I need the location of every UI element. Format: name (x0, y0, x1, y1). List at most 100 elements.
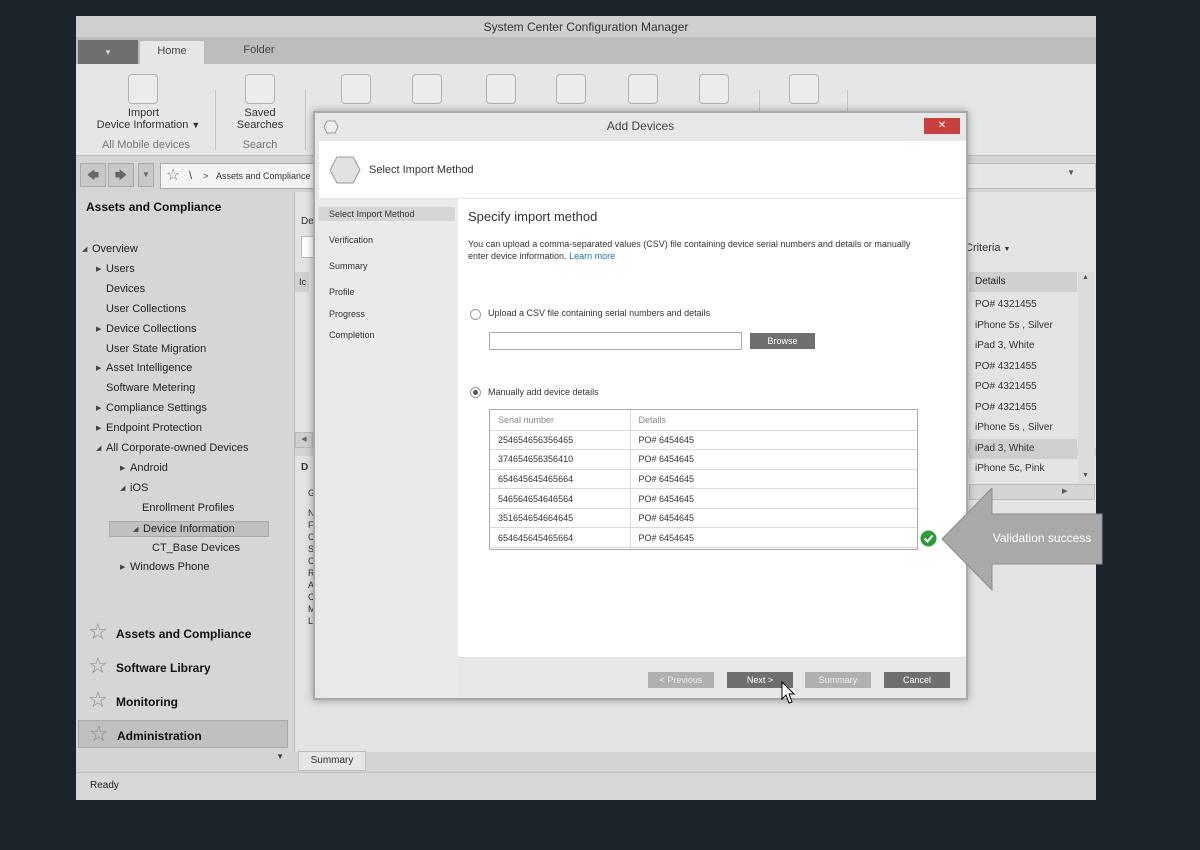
expanded-arrow-icon[interactable]: ◢ (96, 444, 101, 452)
tree-item[interactable]: Devices (76, 282, 286, 298)
collapsed-arrow-icon[interactable]: ▶ (120, 464, 125, 472)
address-bar[interactable]: ☆ \ > Assets and Compliance (160, 163, 315, 189)
saved-searches-button[interactable]: Searches (226, 119, 294, 131)
collapsed-arrow-icon[interactable]: ▶ (120, 563, 125, 571)
tab-home[interactable]: Home (139, 40, 205, 64)
expanded-arrow-icon[interactable]: ◢ (82, 245, 87, 253)
tree-item[interactable]: User Collections (76, 302, 286, 318)
scroll-up-arrow-icon[interactable]: ▲ (1082, 274, 1089, 281)
details-cell[interactable]: PO# 6454645 (630, 449, 917, 470)
serial-number-cell[interactable]: 654645645465664 (490, 469, 631, 490)
workspace-button[interactable]: ☆ Software Library (78, 653, 288, 681)
tab-summary[interactable]: Summary (298, 751, 366, 771)
details-cell[interactable]: PO# 4321455 (969, 398, 1077, 418)
tree-item[interactable]: ◢ Device Information (109, 520, 269, 537)
tree-item[interactable]: ▶ Users (76, 262, 286, 278)
details-cell[interactable]: PO# 6454645 (630, 527, 917, 549)
ribbon-button-icon[interactable] (699, 74, 729, 104)
import-device-info-icon[interactable] (128, 74, 158, 104)
workspace-overflow-button[interactable]: ▼ (76, 752, 294, 766)
details-cell[interactable]: PO# 4321455 (969, 377, 1077, 397)
workspace-button[interactable]: ☆ Monitoring (78, 687, 288, 715)
address-bar-extension[interactable]: ▼ (966, 163, 1096, 189)
serial-number-cell[interactable]: 254654656356465 (490, 430, 631, 451)
expanded-arrow-icon[interactable]: ◢ (133, 525, 138, 533)
details-cell[interactable]: iPhone 5c, Pink (969, 459, 1077, 479)
tree-item[interactable]: CT_Base Devices (76, 541, 286, 557)
serial-number-cell[interactable]: 546564654646564 (490, 488, 631, 509)
csv-path-input[interactable] (489, 332, 742, 350)
serial-number-cell[interactable]: 351654654664645 (490, 508, 631, 529)
workspace-button[interactable]: ☆ Assets and Compliance (78, 619, 288, 647)
tree-item[interactable]: ◢ All Corporate-owned Devices (76, 441, 286, 457)
workspace-button[interactable]: ☆ Administration (78, 720, 288, 748)
table-row[interactable]: 351654654664645 PO# 6454645 (490, 508, 917, 529)
ribbon-button-icon[interactable] (628, 74, 658, 104)
criteria-button[interactable]: Criteria ▼ (965, 242, 1010, 254)
import-device-info-button[interactable]: Device Information ▼ (86, 119, 211, 131)
tree-item[interactable]: ▶ Compliance Settings (76, 401, 286, 417)
manual-radio[interactable] (470, 387, 481, 398)
tab-folder[interactable]: Folder (226, 40, 292, 64)
collapsed-arrow-icon[interactable]: ▶ (96, 424, 101, 432)
close-button[interactable]: ✕ (924, 118, 960, 134)
details-cell[interactable]: iPhone 5s , Silver (969, 418, 1077, 438)
serial-number-cell[interactable]: 374654656356410 (490, 449, 631, 470)
tree-item[interactable]: ▶ Device Collections (76, 322, 286, 338)
hscroll-left-arrow[interactable]: ◀ (295, 432, 313, 448)
learn-more-link[interactable]: Learn more (569, 251, 615, 261)
ribbon-button-icon[interactable] (789, 74, 819, 104)
collapsed-arrow-icon[interactable]: ▶ (96, 364, 101, 372)
tree-item[interactable]: ◢ iOS (76, 481, 286, 497)
details-cell[interactable]: PO# 4321455 (969, 357, 1077, 377)
table-row[interactable]: 654645645465664 PO# 6454645 (490, 527, 917, 549)
details-column-header[interactable]: Details (969, 272, 1077, 292)
tree-item[interactable]: ◢ Overview (76, 242, 286, 258)
table-row[interactable]: 546564654646564 PO# 6454645 (490, 488, 917, 509)
details-cell[interactable]: iPhone 5s , Silver (969, 316, 1077, 336)
tree-item[interactable]: ▶ Android (76, 461, 286, 477)
summary-button[interactable]: Summary (805, 672, 871, 688)
file-menu-button[interactable]: ▾ (78, 40, 138, 64)
table-row[interactable]: 254654656356465 PO# 6454645 (490, 430, 917, 451)
back-button[interactable]: 🡄 (80, 163, 106, 187)
manual-option-label[interactable]: Manually add device details (488, 387, 599, 397)
csv-radio[interactable] (470, 309, 481, 320)
table-row[interactable]: 654645645465664 PO# 6454645 (490, 469, 917, 490)
ribbon-button-icon[interactable] (486, 74, 516, 104)
tree-item[interactable]: ▶ Windows Phone (76, 560, 286, 576)
details-cell[interactable]: PO# 4321455 (969, 295, 1077, 315)
details-cell[interactable]: iPad 3, White (969, 438, 1077, 459)
details-cell[interactable]: iPad 3, White (969, 336, 1077, 356)
device-entry-table[interactable]: Serial number Details 254654656356465 PO#… (490, 410, 917, 549)
ribbon-button-icon[interactable] (341, 74, 371, 104)
csv-option-label[interactable]: Upload a CSV file containing serial numb… (488, 308, 710, 318)
scroll-down-arrow-icon[interactable]: ▼ (1082, 472, 1089, 479)
details-cell[interactable]: PO# 6454645 (630, 469, 917, 490)
breadcrumb[interactable]: Assets and Compliance (216, 164, 311, 188)
details-cell[interactable]: PO# 6454645 (630, 430, 917, 451)
history-dropdown[interactable]: ▼ (138, 163, 154, 187)
collapsed-arrow-icon[interactable]: ▶ (96, 325, 101, 333)
details-cell[interactable]: PO# 6454645 (630, 508, 917, 529)
tree-item[interactable]: ▶ Endpoint Protection (76, 421, 286, 437)
cancel-button[interactable]: Cancel (884, 672, 950, 688)
tree-item[interactable]: ▶ Asset Intelligence (76, 361, 286, 377)
browse-button[interactable]: Browse (750, 333, 815, 349)
collapsed-arrow-icon[interactable]: ▶ (96, 265, 101, 273)
ribbon-button-icon[interactable] (412, 74, 442, 104)
collapsed-arrow-icon[interactable]: ▶ (96, 404, 101, 412)
expanded-arrow-icon[interactable]: ◢ (120, 484, 125, 492)
previous-button[interactable]: < Previous (648, 672, 714, 688)
serial-number-cell[interactable]: 654645645465664 (490, 527, 631, 549)
vertical-scrollbar[interactable]: ▲ ▼ (1078, 272, 1094, 484)
saved-searches-icon[interactable] (245, 74, 275, 104)
tree-item[interactable]: Software Metering (76, 381, 286, 397)
tree-item[interactable]: User State Migration (76, 342, 286, 358)
ribbon-button-icon[interactable] (556, 74, 586, 104)
details-cell[interactable]: PO# 6454645 (630, 488, 917, 509)
forward-button[interactable]: 🡆 (108, 163, 134, 187)
device-entry-grid[interactable]: Serial number Details 254654656356465 PO#… (489, 409, 918, 550)
table-row[interactable]: 374654656356410 PO# 6454645 (490, 449, 917, 470)
tree-item[interactable]: Enrollment Profiles (76, 501, 286, 517)
